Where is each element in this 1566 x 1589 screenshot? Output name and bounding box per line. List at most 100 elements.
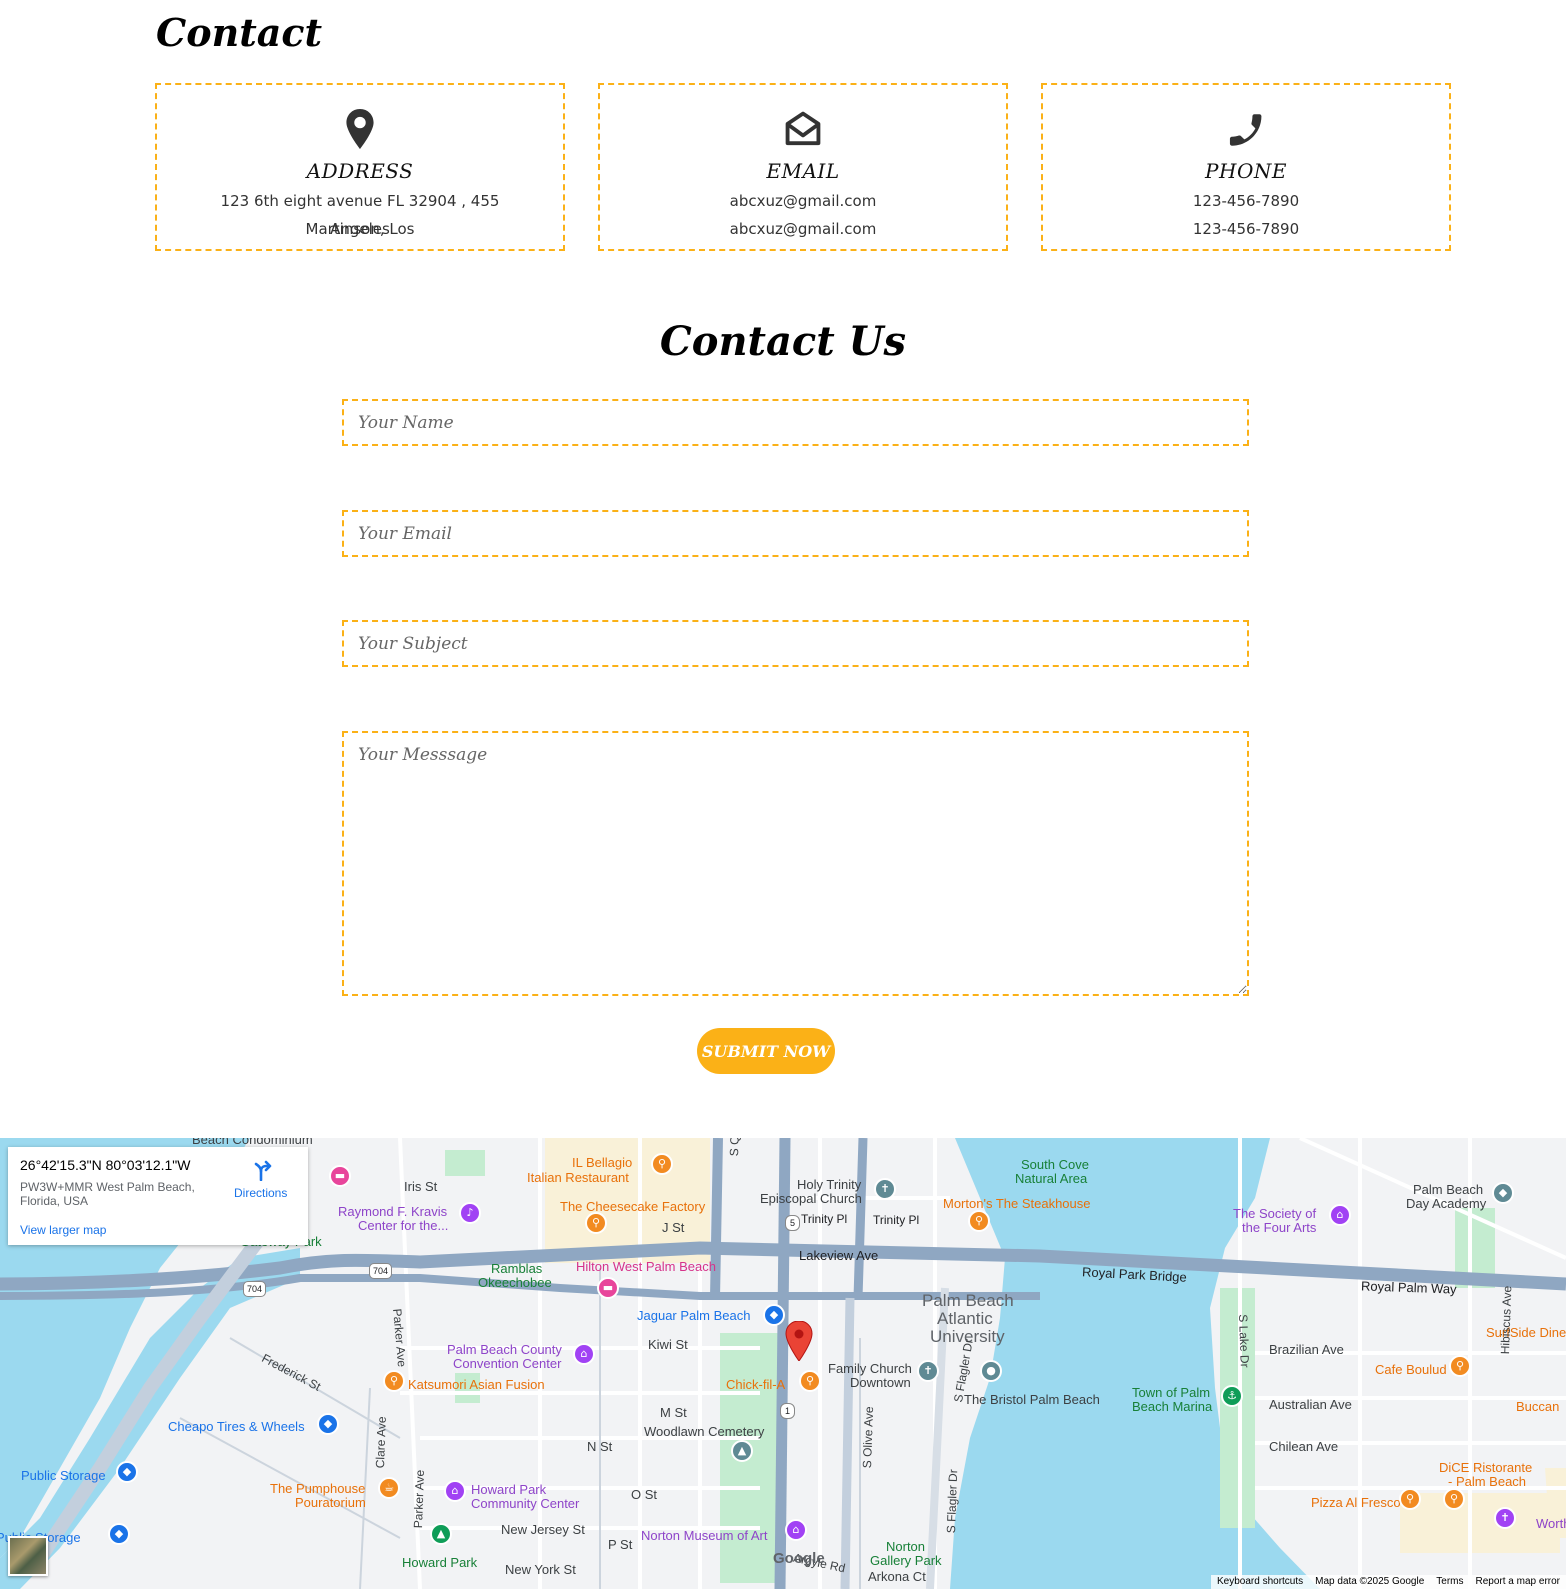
keyboard-shortcuts-link[interactable]: Keyboard shortcuts bbox=[1217, 1576, 1303, 1588]
hotel-icon[interactable]: ▬ bbox=[597, 1277, 619, 1299]
map-marker-icon[interactable] bbox=[785, 1321, 813, 1361]
map-label: Pouratorium bbox=[295, 1495, 366, 1510]
cemetery-icon[interactable]: ▲ bbox=[731, 1440, 753, 1462]
map-label: S Lake Dr bbox=[1236, 1314, 1252, 1368]
view-larger-map-link[interactable]: View larger map bbox=[20, 1223, 106, 1237]
location-pin-icon bbox=[346, 109, 374, 149]
map-label: M St bbox=[660, 1405, 687, 1420]
map-info-card: 26°42'15.3"N 80°03'12.1"W PW3W+MMR West … bbox=[8, 1147, 308, 1245]
embedded-map[interactable]: Beach Condominium Iris St IL Bellagio It… bbox=[0, 1138, 1566, 1589]
map-label: Kiwi St bbox=[648, 1337, 688, 1352]
route-shield: 1 bbox=[780, 1403, 796, 1419]
email-title: EMAIL bbox=[766, 159, 840, 183]
google-logo: Google bbox=[773, 1550, 825, 1567]
directions-link[interactable]: Directions bbox=[234, 1186, 287, 1200]
map-label: Chilean Ave bbox=[1269, 1439, 1339, 1454]
terms-link[interactable]: Terms bbox=[1436, 1576, 1463, 1588]
shopping-icon[interactable]: ◆ bbox=[317, 1413, 339, 1435]
place-icon[interactable]: ● bbox=[980, 1360, 1002, 1382]
map-label: IL Bellagio bbox=[572, 1155, 633, 1170]
map-label: - Palm Beach bbox=[1448, 1474, 1527, 1489]
church-icon[interactable]: ✝ bbox=[1494, 1507, 1516, 1529]
theater-icon[interactable]: ♪ bbox=[459, 1202, 481, 1224]
map-label: Day Academy bbox=[1406, 1196, 1487, 1211]
email-card: EMAIL abcxuz@gmail.com abcxuz@gmail.com bbox=[598, 83, 1008, 251]
email-line-2: abcxuz@gmail.com bbox=[729, 220, 877, 238]
map-label: South Cove bbox=[1021, 1157, 1089, 1172]
restaurant-icon[interactable]: ⚲ bbox=[1399, 1488, 1421, 1510]
map-label: Arkona Ct bbox=[868, 1569, 926, 1584]
map-label: Norton bbox=[886, 1539, 926, 1554]
restaurant-icon[interactable]: ⚲ bbox=[585, 1212, 607, 1234]
directions-icon[interactable] bbox=[252, 1159, 274, 1181]
hotel-icon[interactable]: ▬ bbox=[329, 1165, 351, 1187]
contact-us-title: Contact Us bbox=[659, 318, 907, 365]
restaurant-icon[interactable]: ⚲ bbox=[968, 1210, 990, 1232]
shopping-icon[interactable]: ◆ bbox=[116, 1461, 138, 1483]
map-label: Community Center bbox=[471, 1496, 580, 1511]
community-center-icon[interactable]: ⌂ bbox=[444, 1480, 466, 1502]
map-label: The Society of bbox=[1233, 1206, 1317, 1221]
address-card: ADDRESS 123 6th eight avenue FL 32904 , … bbox=[155, 83, 565, 251]
map-label: Palm Beach bbox=[922, 1291, 1014, 1310]
name-input[interactable] bbox=[342, 399, 1249, 446]
contact-title: Contact bbox=[156, 10, 323, 55]
cafe-icon[interactable]: ☕ bbox=[378, 1477, 400, 1499]
shopping-icon[interactable]: ◆ bbox=[763, 1304, 785, 1326]
map-label: S Flagler Dr bbox=[944, 1469, 961, 1534]
map-label: Italian Restaurant bbox=[527, 1170, 629, 1185]
convention-center-icon[interactable]: ⌂ bbox=[573, 1343, 595, 1365]
restaurant-icon[interactable]: ⚲ bbox=[1449, 1355, 1471, 1377]
map-label: New York St bbox=[505, 1562, 576, 1577]
school-icon[interactable]: ◆ bbox=[1492, 1182, 1514, 1204]
map-label: Lakeview Ave bbox=[799, 1248, 879, 1263]
map-coordinates: 26°42'15.3"N 80°03'12.1"W bbox=[20, 1157, 191, 1173]
church-icon[interactable]: ✝ bbox=[874, 1178, 896, 1200]
museum-icon[interactable]: ⌂ bbox=[1329, 1204, 1351, 1226]
restaurant-icon[interactable]: ⚲ bbox=[1443, 1488, 1465, 1510]
satellite-toggle[interactable] bbox=[8, 1536, 48, 1576]
map-label: New Jersey St bbox=[501, 1522, 585, 1537]
phone-line-2: 123-456-7890 bbox=[1192, 220, 1300, 238]
map-data-text: Map data ©2025 Google bbox=[1315, 1576, 1425, 1587]
route-shield: 704 bbox=[369, 1263, 393, 1279]
phone-line-1: 123-456-7890 bbox=[1192, 192, 1300, 210]
map-attribution-bar: Keyboard shortcuts Map data ©2025 Google… bbox=[1210, 1575, 1566, 1589]
phone-icon bbox=[1229, 114, 1262, 146]
map-label: Town of Palm bbox=[1132, 1385, 1211, 1400]
map-label: Jaguar Palm Beach bbox=[637, 1308, 751, 1323]
map-label: The Bristol Palm Beach bbox=[964, 1392, 1100, 1407]
email-line-1: abcxuz@gmail.com bbox=[729, 192, 877, 210]
map-label: Buccan bbox=[1516, 1399, 1560, 1414]
map-label: Woodlawn Cemetery bbox=[644, 1424, 765, 1439]
restaurant-icon[interactable]: ⚲ bbox=[383, 1370, 405, 1392]
submit-button[interactable]: SUBMIT NOW bbox=[697, 1028, 835, 1074]
report-map-error-link[interactable]: Report a map error bbox=[1476, 1576, 1560, 1588]
map-label: The Pumphouse bbox=[270, 1481, 366, 1496]
map-label: Holy Trinity bbox=[797, 1177, 862, 1192]
museum-icon[interactable]: ⌂ bbox=[785, 1519, 807, 1541]
map-label: S Olive Ave bbox=[860, 1406, 877, 1469]
map-label: Okeechobee bbox=[478, 1275, 552, 1290]
map-label: Worth bbox=[1536, 1516, 1566, 1531]
restaurant-icon[interactable]: ⚲ bbox=[651, 1153, 673, 1175]
map-label: Pizza Al Fresco bbox=[1311, 1495, 1401, 1510]
email-input[interactable] bbox=[342, 510, 1249, 557]
map-label: Beach Marina bbox=[1132, 1399, 1213, 1414]
map-label: Norton Museum of Art bbox=[641, 1528, 768, 1543]
map-label: Episcopal Church bbox=[760, 1191, 862, 1206]
message-textarea[interactable] bbox=[342, 731, 1249, 996]
map-label: Iris St bbox=[404, 1179, 438, 1194]
map-label: Natural Area bbox=[1015, 1171, 1088, 1186]
church-icon[interactable]: ✝ bbox=[917, 1360, 939, 1382]
map-address: PW3W+MMR West Palm Beach, Florida, USA bbox=[20, 1180, 195, 1208]
park-icon[interactable]: ▲ bbox=[430, 1523, 452, 1545]
restaurant-icon[interactable]: ⚲ bbox=[799, 1370, 821, 1392]
marina-icon[interactable]: ⚓ bbox=[1221, 1385, 1243, 1407]
map-label: Trinity Pl bbox=[801, 1212, 848, 1226]
shopping-icon[interactable]: ◆ bbox=[108, 1523, 130, 1545]
subject-input[interactable] bbox=[342, 620, 1249, 667]
map-label: Hilton West Palm Beach bbox=[576, 1259, 716, 1274]
map-label: O St bbox=[631, 1487, 658, 1502]
map-label: Public Storage bbox=[21, 1468, 106, 1483]
